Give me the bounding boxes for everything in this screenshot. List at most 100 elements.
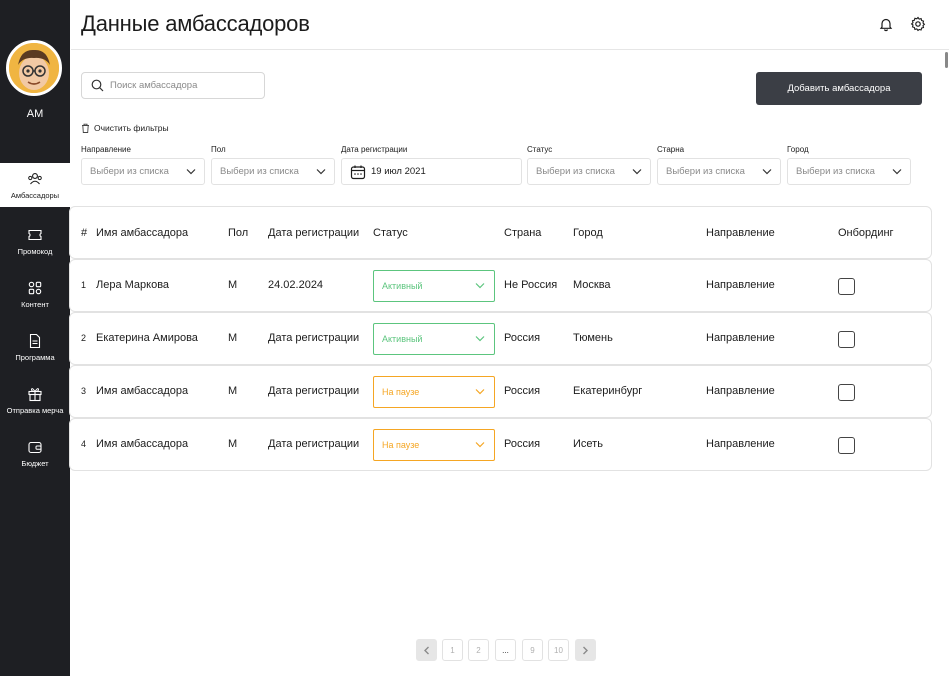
sidebar-item-budget[interactable]: Бюджет (0, 430, 70, 476)
ambassador-name[interactable]: Имя амбассадора (96, 438, 188, 450)
chevron-left-icon (424, 646, 429, 654)
content-icon (28, 281, 42, 294)
city: Екатеринбург (573, 385, 643, 397)
add-ambassador-button[interactable]: Добавить амбассадора (756, 72, 922, 105)
chevron-down-icon (186, 169, 196, 175)
column-header[interactable]: Дата регистрации (268, 227, 359, 239)
filter-label-status: Статус (527, 145, 553, 154)
status-select[interactable]: На паузе (373, 376, 495, 408)
sidebar-item-content[interactable]: Контент (0, 271, 70, 317)
gear-icon[interactable] (910, 16, 926, 32)
sidebar: АМ Амбассадоры Промокод Контент Программ… (0, 0, 70, 676)
pagination-page[interactable]: 9 (522, 639, 543, 661)
scrollbar[interactable] (943, 50, 949, 676)
status-select[interactable]: На паузе (373, 429, 495, 461)
ambassador-name[interactable]: Имя амбассадора (96, 385, 188, 397)
chevron-down-icon (475, 283, 485, 289)
row-number: 1 (81, 280, 87, 290)
sidebar-item-promocode[interactable]: Промокод (0, 218, 70, 264)
status-value: Активный (382, 334, 423, 344)
country: Россия (504, 332, 541, 344)
chevron-right-icon (583, 646, 588, 654)
status-select[interactable]: Активный (373, 323, 495, 355)
sidebar-item-ambassadors[interactable]: Амбассадоры (0, 163, 70, 207)
sidebar-item-label: Бюджет (21, 458, 49, 468)
row-number: 3 (81, 386, 87, 396)
scrollbar-thumb[interactable] (945, 52, 948, 68)
table-row[interactable]: 1 Лера Маркова М 24.02.2024 Активный Не … (69, 259, 932, 312)
main-content: Данные амбассадоров Добавить амбассадора… (69, 0, 949, 676)
filter-status-select[interactable]: Выбери из списка (527, 158, 651, 185)
city: Тюмень (573, 332, 613, 344)
column-header[interactable]: Онбординг (838, 227, 894, 239)
registration-date: Дата регистрации (268, 385, 360, 397)
sidebar-item-program[interactable]: Программа (0, 324, 70, 370)
direction: Направление (706, 438, 775, 450)
pagination-page[interactable]: 1 (442, 639, 463, 661)
country: Россия (504, 385, 541, 397)
filter-city-select[interactable]: Выбери из списка (787, 158, 911, 185)
trash-icon (82, 123, 89, 133)
gender: М (228, 385, 238, 397)
onboarding-checkbox[interactable] (838, 384, 855, 401)
ticket-icon (28, 229, 42, 240)
sidebar-item-label: Амбассадоры (10, 190, 60, 200)
column-header[interactable]: Имя амбассадора (96, 227, 188, 239)
search-input[interactable] (110, 80, 250, 91)
column-header[interactable]: Пол (228, 227, 248, 239)
column-header[interactable]: Город (573, 227, 603, 239)
sidebar-item-label: Программа (15, 352, 55, 362)
status-value: На паузе (382, 440, 420, 450)
table-row[interactable]: 4 Имя амбассадора М Дата регистрации На … (69, 418, 932, 471)
ambassador-name[interactable]: Екатерина Амирова (96, 332, 198, 344)
onboarding-checkbox[interactable] (838, 437, 855, 454)
filter-label-direction: Направление (81, 145, 131, 154)
registration-date: Дата регистрации (268, 438, 360, 450)
table-row[interactable]: 3 Имя амбассадора М Дата регистрации На … (69, 365, 932, 418)
pagination-page[interactable]: 2 (468, 639, 489, 661)
clear-filters-label: Очистить фильтры (94, 123, 169, 133)
sidebar-item-merch[interactable]: Отправка мерча (0, 377, 70, 423)
table-header: # Имя амбассадора Пол Дата регистрации С… (69, 206, 932, 259)
onboarding-checkbox[interactable] (838, 278, 855, 295)
row-number: 4 (81, 439, 87, 449)
filter-value: Выбери из списка (536, 166, 615, 177)
filter-label-date: Дата регистрации (341, 145, 408, 154)
gender: М (228, 279, 238, 291)
avatar[interactable] (6, 40, 62, 96)
pagination-prev-button[interactable] (416, 639, 437, 661)
city: Исеть (573, 438, 603, 450)
column-header: # (81, 227, 88, 239)
country: Россия (504, 438, 541, 450)
bell-icon[interactable] (878, 16, 894, 32)
status-select[interactable]: Активный (373, 270, 495, 302)
gender: М (228, 438, 238, 450)
search-field[interactable] (81, 72, 265, 99)
page-header: Данные амбассадоров (71, 0, 949, 50)
column-header[interactable]: Направление (706, 227, 775, 239)
column-header[interactable]: Страна (504, 227, 541, 239)
status-value: На паузе (382, 387, 420, 397)
filter-value: Выбери из списка (796, 166, 875, 177)
table-row[interactable]: 2 Екатерина Амирова М Дата регистрации А… (69, 312, 932, 365)
filter-date-picker[interactable]: 19 июл 2021 (341, 158, 522, 185)
row-number: 2 (81, 333, 87, 343)
filter-direction-select[interactable]: Выбери из списка (81, 158, 205, 185)
ambassador-name[interactable]: Лера Маркова (96, 279, 169, 291)
pagination-next-button[interactable] (575, 639, 596, 661)
city: Москва (573, 279, 611, 291)
clear-filters-button[interactable]: Очистить фильтры (81, 123, 169, 133)
sidebar-item-label: Промокод (17, 246, 53, 256)
onboarding-checkbox[interactable] (838, 331, 855, 348)
sidebar-item-label: Отправка мерча (6, 405, 64, 415)
pagination-page[interactable]: 10 (548, 639, 569, 661)
filter-country-select[interactable]: Выбери из списка (657, 158, 781, 185)
chevron-down-icon (892, 169, 902, 175)
chevron-down-icon (475, 389, 485, 395)
filter-value: Выбери из списка (666, 166, 745, 177)
filter-gender-select[interactable]: Выбери из списка (211, 158, 335, 185)
direction: Направление (706, 279, 775, 291)
column-header[interactable]: Статус (373, 227, 408, 239)
chevron-down-icon (316, 169, 326, 175)
direction: Направление (706, 332, 775, 344)
